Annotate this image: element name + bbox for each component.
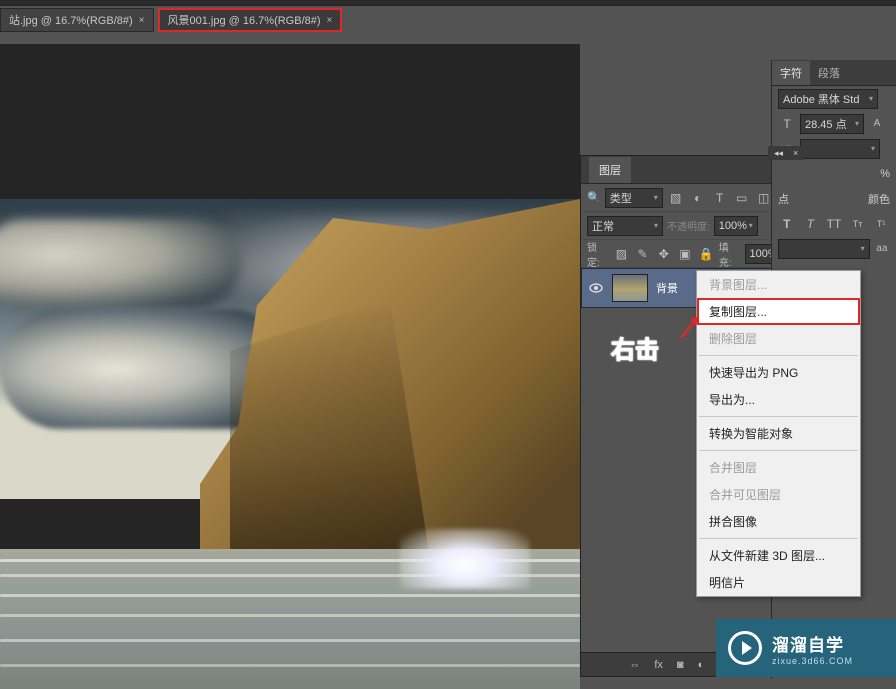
smallcaps-icon[interactable]: Tᴛ: [849, 215, 867, 233]
adjustment-layer-icon[interactable]: ◐: [698, 659, 705, 671]
filter-pixel-icon[interactable]: ▧: [667, 189, 685, 207]
collapse-icon[interactable]: ◂◂: [774, 148, 783, 159]
blend-mode-dropdown[interactable]: 正常 ▾: [587, 216, 663, 236]
lock-transparency-icon[interactable]: ▨: [613, 245, 630, 263]
play-icon: [728, 631, 762, 665]
document-tab-1[interactable]: 站.jpg @ 16.7%(RGB/8#) ×: [0, 8, 154, 32]
layer-thumbnail: [612, 274, 648, 302]
filter-shape-icon[interactable]: ▭: [733, 189, 751, 207]
leading-icon: A: [868, 115, 886, 133]
menu-item-flatten-image[interactable]: 拼合图像: [697, 508, 860, 535]
font-size-value: 28.45 点: [805, 116, 847, 132]
menu-item-quick-export-png[interactable]: 快速导出为 PNG: [697, 359, 860, 386]
color-label: 颜色: [868, 191, 890, 207]
character-tab[interactable]: 字符: [772, 61, 810, 85]
close-icon[interactable]: ×: [139, 15, 145, 26]
annotation-arrow: [679, 316, 699, 338]
layer-style-icon[interactable]: fx: [654, 659, 663, 671]
font-size-dropdown[interactable]: 28.45 点 ▾: [800, 114, 864, 134]
close-icon[interactable]: ×: [327, 15, 333, 26]
menu-separator: [699, 355, 858, 356]
superscript-icon[interactable]: T¹: [872, 215, 890, 233]
lock-label: 锁定:: [587, 239, 609, 269]
aa-icon[interactable]: aa: [874, 240, 890, 258]
menu-item-convert-smart-object[interactable]: 转换为智能对象: [697, 420, 860, 447]
paragraph-tab[interactable]: 段落: [810, 61, 848, 85]
canvas-area[interactable]: [0, 44, 580, 654]
panel-collapse-strip[interactable]: ◂◂ ×: [768, 146, 804, 160]
menu-item-duplicate-layer[interactable]: 复制图层...: [697, 298, 860, 325]
menu-separator: [699, 538, 858, 539]
document-image: [0, 199, 580, 689]
menu-item-delete-layer[interactable]: 删除图层: [697, 325, 860, 352]
menu-separator: [699, 416, 858, 417]
menu-item-merge-visible[interactable]: 合并可见图层: [697, 481, 860, 508]
document-tab-bar: 站.jpg @ 16.7%(RGB/8#) × 风景001.jpg @ 16.7…: [0, 6, 896, 34]
filter-value: 类型: [610, 190, 632, 206]
layer-context-menu: 背景图层... 复制图层... 删除图层 快速导出为 PNG 导出为... 转换…: [696, 270, 861, 597]
leading-unit: 点: [778, 191, 789, 207]
italic-icon[interactable]: T: [802, 215, 820, 233]
opacity-value: 100%: [719, 220, 747, 232]
tab-label: 站.jpg @ 16.7%(RGB/8#): [9, 12, 133, 28]
menu-item-merge-layers[interactable]: 合并图层: [697, 454, 860, 481]
document-tab-2[interactable]: 风景001.jpg @ 16.7%(RGB/8#) ×: [158, 8, 343, 32]
watermark-title: 溜溜自学: [772, 631, 853, 656]
watermark: 溜溜自学 zixue.3d66.COM: [716, 619, 896, 677]
menu-separator: [699, 450, 858, 451]
layers-tab[interactable]: 图层: [589, 157, 631, 183]
filter-text-icon[interactable]: T: [711, 189, 729, 207]
percent-unit: %: [880, 168, 890, 180]
annotation-text: 右击: [611, 330, 659, 365]
layer-mask-icon[interactable]: ◙: [677, 659, 684, 671]
menu-item-export-as[interactable]: 导出为...: [697, 386, 860, 413]
filter-smart-icon[interactable]: ◫: [755, 189, 773, 207]
lock-all-icon[interactable]: 🔒: [698, 245, 715, 263]
layer-name: 背景: [656, 280, 678, 296]
fill-label: 填充:: [719, 239, 741, 269]
filter-adjust-icon[interactable]: ◐: [689, 189, 707, 207]
blend-mode-value: 正常: [592, 218, 614, 234]
menu-item-postcard[interactable]: 明信片: [697, 569, 860, 596]
close-icon[interactable]: ×: [793, 148, 798, 158]
font-family-dropdown[interactable]: Adobe 黑体 Std ▾: [778, 89, 878, 109]
menu-item-new-3d-layer[interactable]: 从文件新建 3D 图层...: [697, 542, 860, 569]
layer-filter-dropdown[interactable]: 类型 ▾: [605, 188, 663, 208]
font-family-value: Adobe 黑体 Std: [783, 91, 859, 107]
lock-position-icon[interactable]: ✥: [655, 245, 672, 263]
watermark-url: zixue.3d66.COM: [772, 656, 853, 666]
visibility-eye-icon[interactable]: [588, 280, 604, 296]
lock-artboard-icon[interactable]: ▣: [676, 245, 693, 263]
kerning-dropdown[interactable]: ▾: [800, 139, 880, 159]
link-layers-icon[interactable]: ⇔: [629, 659, 640, 671]
language-dropdown[interactable]: ▾: [778, 239, 870, 259]
font-size-icon: T: [778, 115, 796, 133]
lock-pixels-icon[interactable]: ✎: [634, 245, 651, 263]
opacity-label: 不透明度:: [667, 218, 710, 233]
menu-item-background-layer[interactable]: 背景图层...: [697, 271, 860, 298]
opacity-field[interactable]: 100% ▾: [714, 216, 758, 236]
bold-icon[interactable]: T: [778, 215, 796, 233]
tab-label: 风景001.jpg @ 16.7%(RGB/8#): [168, 12, 321, 28]
allcaps-icon[interactable]: TT: [825, 215, 843, 233]
